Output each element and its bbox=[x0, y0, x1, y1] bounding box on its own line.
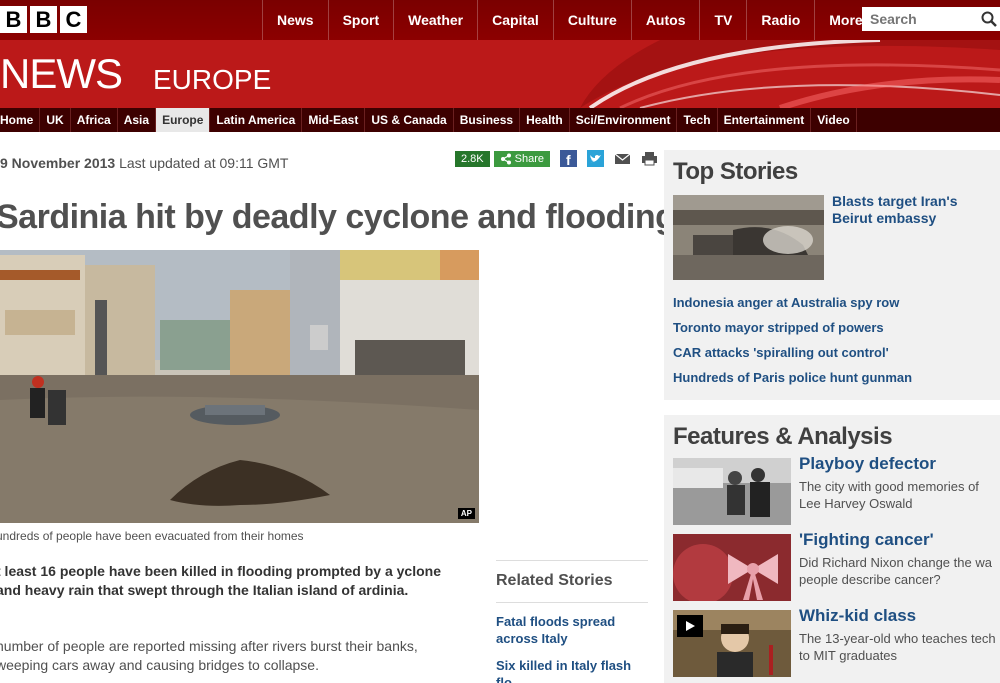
print-icon[interactable] bbox=[641, 150, 658, 167]
play-icon bbox=[686, 621, 695, 631]
video-badge bbox=[677, 615, 703, 637]
share-toolbar: 2.8K Share f bbox=[455, 150, 658, 167]
secnav-sci-environment[interactable]: Sci/Environment bbox=[570, 108, 678, 132]
feature-image bbox=[673, 534, 791, 601]
nav-weather[interactable]: Weather bbox=[393, 0, 477, 40]
nav-culture[interactable]: Culture bbox=[552, 0, 631, 40]
related-stories: Related Stories Fatal floods spread acro… bbox=[496, 560, 648, 683]
feature-description: The city with good memories of Lee Harve… bbox=[799, 479, 979, 511]
nav-news[interactable]: News bbox=[262, 0, 328, 40]
article-updated: Last updated at 09:11 GMT bbox=[119, 155, 289, 171]
secnav-business[interactable]: Business bbox=[454, 108, 521, 132]
bbc-logo[interactable]: B B C bbox=[0, 6, 87, 33]
email-icon[interactable] bbox=[614, 150, 631, 167]
right-column: Top Stories Blasts target Iran's Beirut … bbox=[664, 150, 1000, 683]
article-date: 9 November 2013 bbox=[0, 155, 116, 171]
related-stories-title: Related Stories bbox=[496, 572, 613, 589]
related-link[interactable]: Fatal floods spread across Italy bbox=[496, 613, 648, 647]
flood-photo bbox=[0, 250, 479, 523]
secnav-asia[interactable]: Asia bbox=[118, 108, 157, 132]
secnav-latin-america[interactable]: Latin America bbox=[210, 108, 303, 132]
svg-text:f: f bbox=[566, 152, 571, 167]
share-icon bbox=[500, 153, 511, 164]
search-box bbox=[862, 7, 1000, 31]
feature-title[interactable]: Playboy defector bbox=[799, 454, 936, 474]
search-input[interactable] bbox=[870, 11, 980, 27]
secnav-us-canada[interactable]: US & Canada bbox=[365, 108, 454, 132]
top-stories: Top Stories Blasts target Iran's Beirut … bbox=[664, 150, 1000, 400]
nav-sport[interactable]: Sport bbox=[327, 0, 394, 40]
search-icon[interactable] bbox=[980, 10, 998, 28]
nav-tv[interactable]: TV bbox=[699, 0, 746, 40]
share-count: 2.8K bbox=[455, 150, 490, 167]
photo-caption: undreds of people have been evacuated fr… bbox=[0, 529, 304, 543]
feature-item[interactable]: Playboy defector The city with good memo… bbox=[673, 454, 1000, 528]
top-story-link[interactable]: Hundreds of Paris police hunt gunman bbox=[673, 370, 912, 385]
top-story-link[interactable]: Toronto mayor stripped of powers bbox=[673, 320, 884, 335]
top-story-headline[interactable]: Blasts target Iran's Beirut embassy bbox=[832, 193, 992, 227]
feature-item[interactable]: 'Fighting cancer' Did Richard Nixon chan… bbox=[673, 530, 1000, 604]
top-story-image[interactable] bbox=[673, 195, 824, 280]
nav-capital[interactable]: Capital bbox=[477, 0, 553, 40]
top-story-link[interactable]: Indonesia anger at Australia spy row bbox=[673, 295, 899, 310]
feature-description: Did Richard Nixon change the wa people d… bbox=[799, 555, 992, 587]
twitter-icon[interactable] bbox=[587, 150, 604, 167]
features-analysis: Features & Analysis Playboy defector The… bbox=[664, 415, 1000, 683]
article-paragraph: number of people are reported missing af… bbox=[0, 638, 418, 673]
secnav-uk[interactable]: UK bbox=[40, 108, 71, 132]
secnav-africa[interactable]: Africa bbox=[71, 108, 118, 132]
secnav-video[interactable]: Video bbox=[811, 108, 857, 132]
nav-radio[interactable]: Radio bbox=[746, 0, 814, 40]
feature-image bbox=[673, 610, 791, 677]
article-date-line: 9 November 2013 Last updated at 09:11 GM… bbox=[0, 155, 288, 171]
logo-letter: B bbox=[0, 6, 27, 33]
secnav-europe[interactable]: Europe bbox=[156, 108, 211, 132]
logo-letter: C bbox=[60, 6, 87, 33]
secnav-health[interactable]: Health bbox=[520, 108, 570, 132]
global-nav: News Sport Weather Capital Culture Autos… bbox=[262, 0, 888, 40]
top-bar: B B C News Sport Weather Capital Culture… bbox=[0, 0, 1000, 40]
facebook-icon[interactable]: f bbox=[560, 150, 577, 167]
share-label: Share bbox=[514, 152, 544, 165]
feature-item[interactable]: Whiz-kid class The 13-year-old who teach… bbox=[673, 606, 1000, 680]
related-link[interactable]: Six killed in Italy flash flo... bbox=[496, 657, 648, 683]
page: B B C News Sport Weather Capital Culture… bbox=[0, 0, 1000, 683]
secnav-mid-east[interactable]: Mid-East bbox=[302, 108, 366, 132]
divider bbox=[496, 602, 648, 603]
share-button[interactable]: Share bbox=[493, 150, 550, 167]
logo-letter: B bbox=[30, 6, 57, 33]
features-title: Features & Analysis bbox=[673, 423, 893, 450]
nav-autos[interactable]: Autos bbox=[630, 0, 700, 40]
news-title[interactable]: NEWS bbox=[0, 50, 123, 98]
secnav-home[interactable]: Home bbox=[0, 108, 41, 132]
top-story-link[interactable]: CAR attacks 'spiralling out control' bbox=[673, 345, 889, 360]
secnav-entertainment[interactable]: Entertainment bbox=[718, 108, 812, 132]
photo-credit: AP bbox=[457, 508, 475, 519]
top-stories-title: Top Stories bbox=[673, 158, 798, 185]
banner-swoosh-graphic bbox=[580, 40, 1000, 108]
feature-title[interactable]: 'Fighting cancer' bbox=[799, 530, 934, 550]
secnav-tech[interactable]: Tech bbox=[677, 108, 718, 132]
feature-image bbox=[673, 458, 791, 525]
article-photo: AP bbox=[0, 250, 479, 523]
section-title: EUROPE bbox=[153, 64, 272, 95]
beirut-photo bbox=[673, 195, 824, 280]
article-lead: t least 16 people have been killed in fl… bbox=[0, 563, 441, 598]
news-banner: NEWS EUROPE bbox=[0, 40, 1000, 108]
feature-title[interactable]: Whiz-kid class bbox=[799, 606, 916, 626]
article-headline: Sardinia hit by deadly cyclone and flood… bbox=[0, 198, 676, 236]
feature-description: The 13-year-old who teaches tech to MIT … bbox=[799, 631, 996, 663]
section-nav: Home UK Africa Asia Europe Latin America… bbox=[0, 108, 1000, 132]
